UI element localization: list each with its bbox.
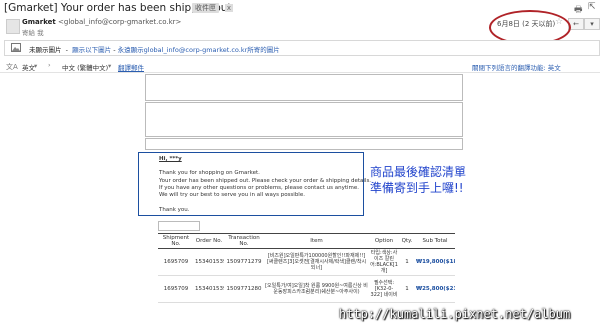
message-line-2: Your order has been shipped out. Please … xyxy=(159,178,372,184)
item-name[interactable]: [비즈원]오일판특가100000원할인!!파재제!!][써클렌즈]3]오셋전[결… xyxy=(264,248,369,276)
translate-message-link[interactable]: 翻譯郵件 xyxy=(118,62,144,72)
always-show-images-link[interactable]: 永遠顯示global_info@corp-gmarket.co.kr所寄的圖片 xyxy=(118,46,280,54)
email-image-placeholder-2 xyxy=(145,102,463,137)
images-hidden-bar: 未顯示圖片 - 顯示以下圖片 - 永遠顯示global_info@corp-gm… xyxy=(4,40,600,56)
email-message-card: Hi, ***y Thank you for shopping on Gmark… xyxy=(138,152,371,216)
order-table-header: Shipment No. Order No. Transaction No. I… xyxy=(158,233,455,249)
greeting: Hi, ***y xyxy=(159,156,182,162)
email-image-placeholder-3 xyxy=(145,138,463,150)
popout-icon[interactable]: ⇱ xyxy=(588,2,596,12)
table-row: 1695709 1534015396 1509771280 [오일특가/여]오일… xyxy=(158,275,455,303)
item-qty: 1 xyxy=(399,248,415,276)
message-line-1: Thank you for shopping on Gmarket. xyxy=(159,170,260,176)
annotation-line-2: 準備寄到手上囉!! xyxy=(370,181,464,195)
sender-name: Gmarket xyxy=(22,18,56,26)
message-line-4: We will try our best to serve you in all… xyxy=(159,192,305,198)
order-no: 1534015396 xyxy=(194,248,224,276)
more-actions-button[interactable]: ▾ xyxy=(584,18,600,30)
recipient-line[interactable]: 寄給 我 xyxy=(22,27,44,37)
dropdown-caret-icon-2: ▾ xyxy=(108,62,112,70)
translate-icon: 文A xyxy=(6,63,18,71)
turn-off-translation-link[interactable]: 關閉下列語言的翻譯功能: 英文 xyxy=(472,62,561,72)
message-line-3: If you have any other questions or probl… xyxy=(159,185,360,191)
item-subtotal: ₩19,800($18.01) xyxy=(415,248,455,276)
annotation-line-1: 商品最後確認清單 xyxy=(370,165,467,179)
avatar xyxy=(6,19,20,34)
shipment-no: 1695709 xyxy=(158,275,194,303)
col-transaction-no: Transaction No. xyxy=(224,233,264,249)
image-icon xyxy=(11,43,21,52)
translate-bar: 文A 英文 ▾ › 中文 (繁體中文) ▾ 翻譯郵件 關閉下列語言的翻譯功能: … xyxy=(0,60,600,73)
col-option: Option xyxy=(369,233,399,249)
inbox-label-chip[interactable]: 收件匣 xyxy=(192,3,219,13)
dropdown-caret-icon: ▾ xyxy=(34,62,38,70)
col-shipment-no: Shipment No. xyxy=(158,233,194,249)
item-subtotal: ₩25,800($23.50) xyxy=(415,275,455,303)
sender-email: <global_info@corp-gmarket.co.kr> xyxy=(58,18,182,26)
order-table: Shipment No. Order No. Transaction No. I… xyxy=(158,233,455,303)
transaction-no: 1509771279 xyxy=(224,248,264,276)
sender-line: Gmarket <global_info@corp-gmarket.co.kr> xyxy=(22,18,181,26)
message-line-5: Thank you. xyxy=(159,207,190,213)
transaction-no: 1509771280 xyxy=(224,275,264,303)
col-order-no: Order No. xyxy=(194,233,224,249)
item-option: 타입:색상:사이즈 칼린어:BLACK[1개] xyxy=(369,248,399,276)
order-no: 1534015396 xyxy=(194,275,224,303)
col-item: Item xyxy=(264,233,369,249)
shipment-no: 1695709 xyxy=(158,248,194,276)
images-hidden-text: 未顯示圖片 xyxy=(29,46,62,54)
item-name[interactable]: [오일특가/여]오일]착 원룸 9900원~여름신상 비운동장피스카조럼분리)쉐… xyxy=(264,275,369,303)
print-icon[interactable]: 🖶 xyxy=(574,2,583,18)
arrow-right-icon: › xyxy=(48,61,51,69)
show-images-link[interactable]: 顯示以下圖片 xyxy=(72,46,111,54)
target-language-select[interactable]: 中文 (繁體中文) xyxy=(62,62,108,72)
watermark: http://kumalili.pixnet.net/album xyxy=(339,307,571,321)
table-row: 1695709 1534015396 1509771279 [비즈원]오일판특가… xyxy=(158,248,455,276)
item-option: 필수선택:[K32-0-322] 네이비 xyxy=(369,275,399,303)
small-image-placeholder xyxy=(158,221,200,231)
remove-label-button[interactable]: x xyxy=(225,4,233,12)
col-subtotal: Sub Total xyxy=(415,233,455,249)
email-image-placeholder-1 xyxy=(145,74,463,101)
col-qty: Qty. xyxy=(399,233,415,249)
item-qty: 1 xyxy=(399,275,415,303)
